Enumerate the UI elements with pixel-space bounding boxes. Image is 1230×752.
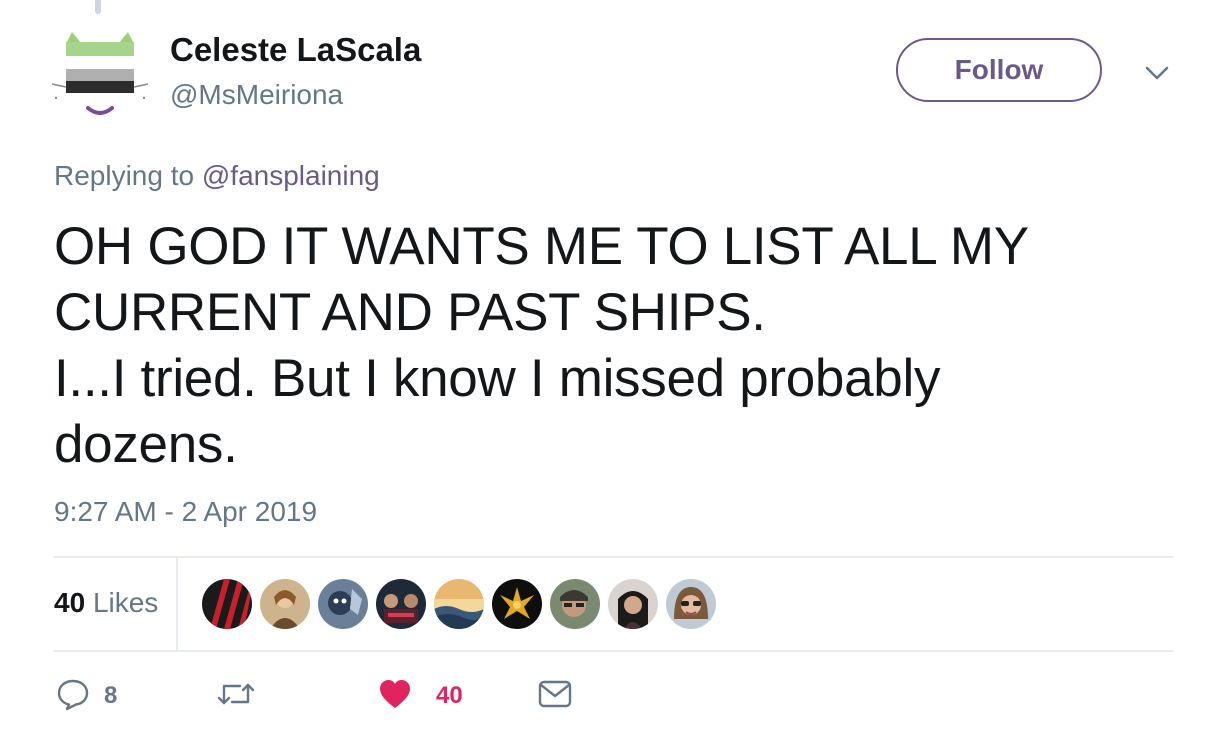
tweet-text-line: I...I tried. But I know I missed probabl…: [54, 349, 941, 408]
tweet-text-line: dozens.: [54, 415, 238, 474]
thread-connector-line: [95, 0, 101, 14]
heart-icon: [378, 678, 412, 715]
reply-context: Replying to @fansplaining: [54, 160, 380, 192]
liker-avatar-4[interactable]: [376, 579, 426, 629]
tweet-timestamp[interactable]: 9:27 AM - 2 Apr 2019: [54, 496, 317, 528]
author-avatar[interactable]: [50, 30, 150, 122]
stats-divider-top: [54, 556, 1173, 558]
liker-avatar-1[interactable]: [202, 579, 252, 629]
liker-avatar-6[interactable]: [492, 579, 542, 629]
retweet-button[interactable]: [216, 672, 256, 720]
likes-stat-count: 40: [54, 587, 86, 618]
reply-icon: [56, 677, 90, 716]
envelope-icon: [538, 679, 572, 714]
tweet-text-line: OH GOD IT WANTS ME TO LIST ALL MY: [54, 217, 1029, 276]
chevron-down-icon[interactable]: [1142, 58, 1172, 88]
likes-stat-label: Likes: [92, 587, 159, 618]
liker-avatar-8[interactable]: [608, 579, 658, 629]
liker-avatar-3[interactable]: [318, 579, 368, 629]
tweet-text-line: CURRENT AND PAST SHIPS.: [54, 283, 766, 342]
stats-divider-vertical: [176, 558, 178, 650]
follow-button[interactable]: Follow: [896, 38, 1102, 102]
liker-avatar-7[interactable]: [550, 579, 600, 629]
like-button[interactable]: 40: [378, 672, 463, 720]
pride-flag-cat-avatar: [51, 32, 149, 115]
liker-avatar-5[interactable]: [434, 579, 484, 629]
liker-avatar-2[interactable]: [260, 579, 310, 629]
liker-avatars: [202, 579, 716, 629]
liker-avatar-9[interactable]: [666, 579, 716, 629]
reply-mention-link[interactable]: @fansplaining: [202, 160, 380, 191]
direct-message-button[interactable]: [538, 672, 572, 720]
reply-context-prefix: Replying to: [54, 160, 202, 191]
like-count: 40: [436, 682, 463, 709]
likes-stat[interactable]: 40 Likes: [54, 587, 158, 619]
author-display-name[interactable]: Celeste LaScala: [170, 31, 421, 69]
reply-button[interactable]: 8: [56, 672, 117, 720]
reply-count: 8: [104, 682, 118, 709]
tweet-text: OH GOD IT WANTS ME TO LIST ALL MY CURREN…: [54, 214, 1184, 478]
stats-divider-bottom: [54, 650, 1173, 652]
retweet-icon: [216, 677, 256, 716]
author-handle[interactable]: @MsMeiriona: [170, 79, 343, 111]
